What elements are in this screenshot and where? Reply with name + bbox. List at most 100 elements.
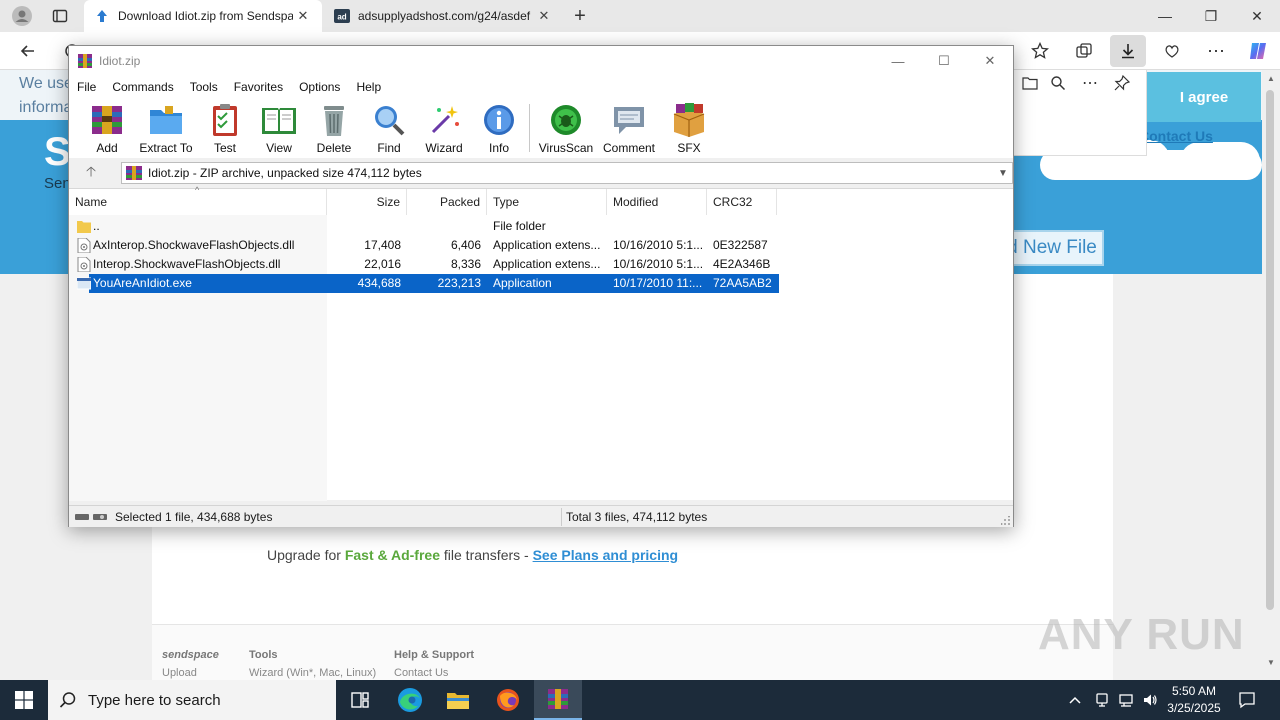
footer-link[interactable]: Upload — [162, 667, 219, 679]
footer-link[interactable]: Contact Us — [394, 667, 474, 679]
sfx-button[interactable]: SFX — [657, 102, 721, 155]
view-book-icon — [260, 102, 298, 138]
column-size[interactable]: Size — [327, 189, 407, 215]
more-menu-icon[interactable]: ⋯ — [1200, 36, 1232, 66]
tab-adsupply[interactable]: ad adsupplyadshost.com/g24/asdef ✕ — [324, 0, 560, 32]
browser-close-button[interactable]: ✕ — [1234, 0, 1280, 32]
dll-file-icon — [77, 237, 91, 254]
path-field[interactable]: Idiot.zip - ZIP archive, unpacked size 4… — [121, 162, 1013, 184]
scroll-up-icon[interactable]: ▲ — [1267, 74, 1275, 83]
notifications-icon[interactable] — [1238, 680, 1256, 720]
new-tab-button[interactable]: + — [564, 1, 596, 31]
table-row[interactable]: AxInterop.ShockwaveFlashObjects.dll 17,40… — [69, 236, 779, 255]
menu-help[interactable]: Help — [348, 80, 389, 94]
downloads-icon[interactable] — [1110, 35, 1146, 67]
cookie-text: We use informa — [19, 75, 73, 116]
column-modified[interactable]: Modified — [607, 189, 707, 215]
back-button[interactable] — [12, 36, 44, 66]
winrar-taskbar-icon[interactable] — [534, 680, 582, 720]
menu-commands[interactable]: Commands — [104, 80, 181, 94]
scroll-down-icon[interactable]: ▼ — [1267, 658, 1275, 667]
browser-essentials-icon[interactable] — [1156, 36, 1188, 66]
search-icon[interactable] — [1042, 68, 1074, 98]
network-device-icon[interactable] — [1094, 680, 1110, 720]
menu-tools[interactable]: Tools — [182, 80, 226, 94]
column-crc32[interactable]: CRC32 — [707, 189, 777, 215]
tab-close-icon[interactable]: ✕ — [534, 8, 554, 24]
menu-file[interactable]: File — [69, 80, 104, 94]
windows-taskbar: Type here to search 5:50 AM 3/25/2025 — [0, 680, 1280, 720]
volume-icon[interactable] — [1142, 680, 1158, 720]
test-clipboard-icon — [206, 102, 244, 138]
winrar-minimize-button[interactable]: — — [875, 46, 921, 76]
winrar-close-button[interactable]: ✕ — [967, 46, 1013, 76]
cell-name: YouAreAnIdiot.exe — [93, 276, 192, 290]
pin-icon[interactable] — [1106, 68, 1138, 98]
winrar-window: Idiot.zip — ☐ ✕ File Commands Tools Favo… — [68, 45, 1014, 527]
profile-icon[interactable] — [6, 1, 38, 31]
winrar-maximize-button[interactable]: ☐ — [921, 46, 967, 76]
file-list: Name ^ Size Packed Type Modified CRC32 .… — [69, 185, 1013, 501]
cell-packed: 6,406 — [450, 238, 481, 252]
edge-browser-icon[interactable] — [386, 680, 434, 720]
path-text: Idiot.zip - ZIP archive, unpacked size 4… — [148, 166, 422, 180]
table-row[interactable]: .. File folder — [69, 217, 779, 236]
brand-subtitle: Sen — [44, 175, 71, 192]
file-explorer-icon[interactable] — [434, 680, 482, 720]
scroll-thumb[interactable] — [1266, 90, 1274, 610]
tab-actions-icon[interactable] — [44, 1, 76, 31]
browser-minimize-button[interactable]: — — [1142, 0, 1188, 32]
footer-link[interactable]: Wizard (Win*, Mac, Linux) — [249, 667, 376, 679]
add-button[interactable]: Add — [75, 102, 139, 155]
taskbar-search-box[interactable]: Type here to search — [48, 680, 336, 720]
favorites-star-icon[interactable] — [1024, 36, 1056, 66]
agree-button[interactable]: I agree — [1147, 72, 1261, 122]
table-row[interactable]: YouAreAnIdiot.exe 434,688 223,213 Applicati… — [69, 274, 779, 293]
extract-to-button[interactable]: Extract To — [133, 102, 199, 155]
up-folder-icon[interactable]: 🡡 — [79, 163, 103, 183]
magnifier-icon — [370, 102, 408, 138]
resize-grip-icon[interactable] — [1000, 515, 1011, 525]
task-view-icon[interactable] — [336, 680, 384, 720]
collections-icon[interactable] — [1068, 36, 1100, 66]
cloud-shape — [1180, 142, 1260, 180]
archive-icon — [126, 166, 142, 180]
system-clock[interactable]: 5:50 AM 3/25/2025 — [1160, 683, 1228, 717]
chevron-down-icon[interactable]: ▼ — [994, 168, 1012, 179]
column-type[interactable]: Type — [487, 189, 607, 215]
footer-col-sendspace: sendspace Upload — [162, 649, 219, 679]
firefox-icon[interactable] — [484, 680, 532, 720]
file-list-header: Name ^ Size Packed Type Modified CRC32 — [69, 185, 1013, 215]
send-new-file-button[interactable]: d New File — [1000, 230, 1104, 266]
browser-restore-button[interactable]: ❐ — [1188, 0, 1234, 32]
exe-file-icon — [76, 276, 92, 291]
comment-button[interactable]: Comment — [597, 102, 661, 155]
info-button[interactable]: Info — [467, 102, 531, 155]
cell-crc32: 4E2A346B — [713, 257, 771, 271]
cell-size: 17,408 — [364, 238, 401, 252]
show-hidden-icons[interactable] — [1068, 680, 1082, 720]
column-packed[interactable]: Packed — [407, 189, 487, 215]
menu-favorites[interactable]: Favorites — [226, 80, 291, 94]
contact-us-link[interactable]: Contact Us — [1139, 128, 1213, 144]
more-icon[interactable]: ⋯ — [1074, 68, 1106, 98]
tab-close-icon[interactable]: ✕ — [293, 8, 313, 24]
plans-pricing-link[interactable]: See Plans and pricing — [533, 547, 679, 563]
network-icon[interactable] — [1118, 680, 1134, 720]
virusscan-button[interactable]: VirusScan — [534, 102, 598, 155]
column-name[interactable]: Name ^ — [69, 185, 327, 215]
start-button[interactable] — [0, 680, 48, 720]
winrar-title-bar[interactable]: Idiot.zip — ☐ ✕ — [69, 46, 1013, 76]
cell-size: 22,016 — [364, 257, 401, 271]
menu-options[interactable]: Options — [291, 80, 348, 94]
cell-size — [327, 217, 401, 236]
comment-icon — [610, 102, 648, 138]
virus-scan-icon — [547, 102, 585, 138]
tab-sendspace[interactable]: Download Idiot.zip from Sendspace ✕ — [84, 0, 322, 32]
cell-name: Interop.ShockwaveFlashObjects.dll — [93, 257, 281, 271]
table-row[interactable]: Interop.ShockwaveFlashObjects.dll 22,016 8… — [69, 255, 779, 274]
page-scrollbar[interactable]: ▲ ▼ — [1262, 70, 1280, 680]
copilot-icon[interactable] — [1242, 36, 1274, 66]
cell-modified — [613, 217, 705, 236]
winrar-status-bar: Selected 1 file, 434,688 bytes Total 3 f… — [69, 505, 1013, 527]
